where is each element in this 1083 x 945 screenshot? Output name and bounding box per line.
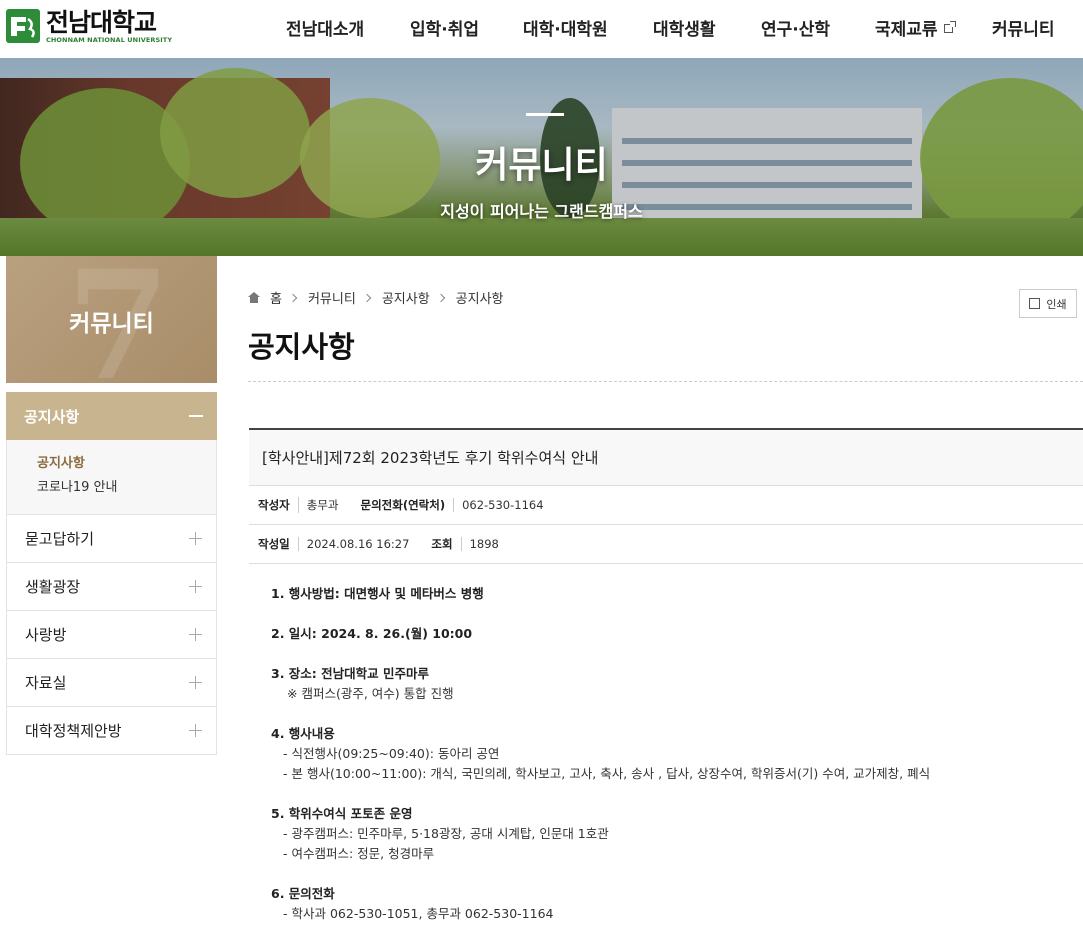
sidebar-item-notice[interactable]: 공지사항 xyxy=(6,392,217,440)
university-logo[interactable]: 전남대학교 CHONNAM NATIONAL UNIVERSITY xyxy=(6,6,172,46)
nav-item-colleges[interactable]: 대학·대학원 xyxy=(523,15,608,40)
banner-subtitle: 지성이 피어나는 그랜드캠퍼스 xyxy=(440,202,643,221)
sidebar-item-label: 공지사항 xyxy=(24,407,80,426)
body-line: - 본 행사(10:00~11:00): 개식, 국민의례, 학사보고, 고사,… xyxy=(283,766,931,781)
post-header: [학사안내]제72회 2023학년도 후기 학위수여식 안내 xyxy=(249,428,1083,486)
body-line: - 여수캠퍼스: 정문, 청경마루 xyxy=(283,846,435,861)
post-meta-row-2: 작성일 2024.08.16 16:27 조회 1898 xyxy=(249,525,1083,564)
body-line: - 광주캠퍼스: 민주마루, 5·18광장, 공대 시계탑, 인문대 1호관 xyxy=(283,826,609,841)
sidebar-submenu: 공지사항 코로나19 안내 xyxy=(6,440,217,515)
print-label: 인쇄 xyxy=(1046,297,1067,311)
sidebar-item-qna[interactable]: 묻고답하기 xyxy=(6,515,217,563)
views-label: 조회 xyxy=(431,537,453,551)
body-section-3: 3. 장소: 전남대학교 민주마루 xyxy=(271,666,430,681)
sidebar-item-policy[interactable]: 대학정책제안방 xyxy=(6,707,217,755)
sidebar-subitem-notice[interactable]: 공지사항 xyxy=(37,452,216,476)
breadcrumb-community[interactable]: 커뮤니티 xyxy=(308,288,356,307)
sidebar-item-label: 자료실 xyxy=(25,674,67,692)
breadcrumb-notice[interactable]: 공지사항 xyxy=(382,288,430,307)
author-value: 총무과 xyxy=(297,497,339,513)
sidebar-item-lounge[interactable]: 사랑방 xyxy=(6,611,217,659)
banner-title: 커뮤니티 xyxy=(475,145,608,186)
external-link-icon xyxy=(943,21,956,33)
body-line: - 학사과 062-530-1051, 총무과 062-530-1164 xyxy=(283,906,554,921)
breadcrumb-home[interactable]: 홈 xyxy=(270,288,282,307)
body-section-1: 1. 행사방법: 대면행사 및 메타버스 병행 xyxy=(271,586,484,601)
body-section-2: 2. 일시: 2024. 8. 26.(월) 10:00 xyxy=(271,626,473,641)
sidebar-item-label: 생활광장 xyxy=(25,578,81,596)
sidebar-item-label: 사랑방 xyxy=(25,626,67,644)
chevron-right-icon xyxy=(362,293,372,302)
logo-emblem-icon xyxy=(6,9,40,43)
author-label: 작성자 xyxy=(258,498,290,512)
title-divider xyxy=(248,381,1083,382)
chevron-right-icon xyxy=(436,293,445,302)
print-button[interactable]: 인쇄 xyxy=(1019,289,1077,318)
nav-item-about[interactable]: 전남대소개 xyxy=(286,15,364,40)
sidebar-item-archive[interactable]: 자료실 xyxy=(6,659,217,707)
body-line: ※ 캠퍼스(광주, 여수) 통합 진행 xyxy=(287,686,454,701)
expand-icon[interactable] xyxy=(189,532,202,545)
sidebar-header: 7 커뮤니티 xyxy=(6,256,217,383)
contact-label: 문의전화(연락처) xyxy=(360,498,446,512)
expand-icon[interactable] xyxy=(189,676,202,689)
body-line: - 식전행사(09:25~09:40): 동아리 공연 xyxy=(283,746,500,761)
sidebar-menu: 공지사항 공지사항 코로나19 안내 묻고답하기 생활광장 사랑방 자료실 대학… xyxy=(6,392,217,755)
sidebar-item-label: 묻고답하기 xyxy=(25,530,95,548)
date-value: 2024.08.16 16:27 xyxy=(297,537,409,551)
site-header: 전남대학교 CHONNAM NATIONAL UNIVERSITY 전남대소개 … xyxy=(0,0,1083,58)
nav-item-international[interactable]: 국제교류 xyxy=(875,15,956,40)
page-title: 공지사항 xyxy=(248,330,355,364)
notice-post: [학사안내]제72회 2023학년도 후기 학위수여식 안내 작성자 총무과 문… xyxy=(249,428,1083,924)
logo-name: 전남대학교 xyxy=(46,7,157,37)
views-value: 1898 xyxy=(460,537,499,551)
body-section-5: 5. 학위수여식 포토존 운영 xyxy=(271,806,413,821)
date-label: 작성일 xyxy=(258,537,290,551)
chevron-right-icon xyxy=(288,293,298,302)
body-section-6: 6. 문의전화 xyxy=(271,886,335,901)
page-banner: 커뮤니티 지성이 피어나는 그랜드캠퍼스 xyxy=(0,58,1083,256)
contact-value: 062-530-1164 xyxy=(453,498,544,512)
body-section-4: 4. 행사내용 xyxy=(271,726,335,741)
sidebar-item-label: 대학정책제안방 xyxy=(25,722,122,740)
nav-item-community[interactable]: 커뮤니티 xyxy=(992,15,1055,40)
post-body: 1. 행사방법: 대면행사 및 메타버스 병행 2. 일시: 2024. 8. … xyxy=(249,564,1083,924)
nav-item-admission[interactable]: 입학·취업 xyxy=(410,15,479,40)
sidebar-item-life-plaza[interactable]: 생활광장 xyxy=(6,563,217,611)
nav-item-research[interactable]: 연구·산학 xyxy=(761,15,830,40)
expand-icon[interactable] xyxy=(189,580,202,593)
banner-accent-bar xyxy=(526,113,564,116)
logo-english: CHONNAM NATIONAL UNIVERSITY xyxy=(46,35,173,44)
sidebar-title: 커뮤니티 xyxy=(69,311,154,337)
expand-icon[interactable] xyxy=(189,628,202,641)
printer-icon xyxy=(1029,298,1041,309)
post-title: [학사안내]제72회 2023학년도 후기 학위수여식 안내 xyxy=(262,449,599,467)
nav-item-international-label: 국제교류 xyxy=(875,20,938,40)
breadcrumb-current[interactable]: 공지사항 xyxy=(456,288,504,307)
collapse-icon[interactable] xyxy=(189,415,203,417)
expand-icon[interactable] xyxy=(189,724,202,737)
sidebar-subitem-covid[interactable]: 코로나19 안내 xyxy=(37,476,216,500)
breadcrumb: 홈 커뮤니티 공지사항 공지사항 xyxy=(248,288,504,307)
nav-item-campus-life[interactable]: 대학생활 xyxy=(653,15,716,40)
home-icon[interactable] xyxy=(248,292,260,303)
post-meta-row-1: 작성자 총무과 문의전화(연락처) 062-530-1164 xyxy=(249,486,1083,525)
